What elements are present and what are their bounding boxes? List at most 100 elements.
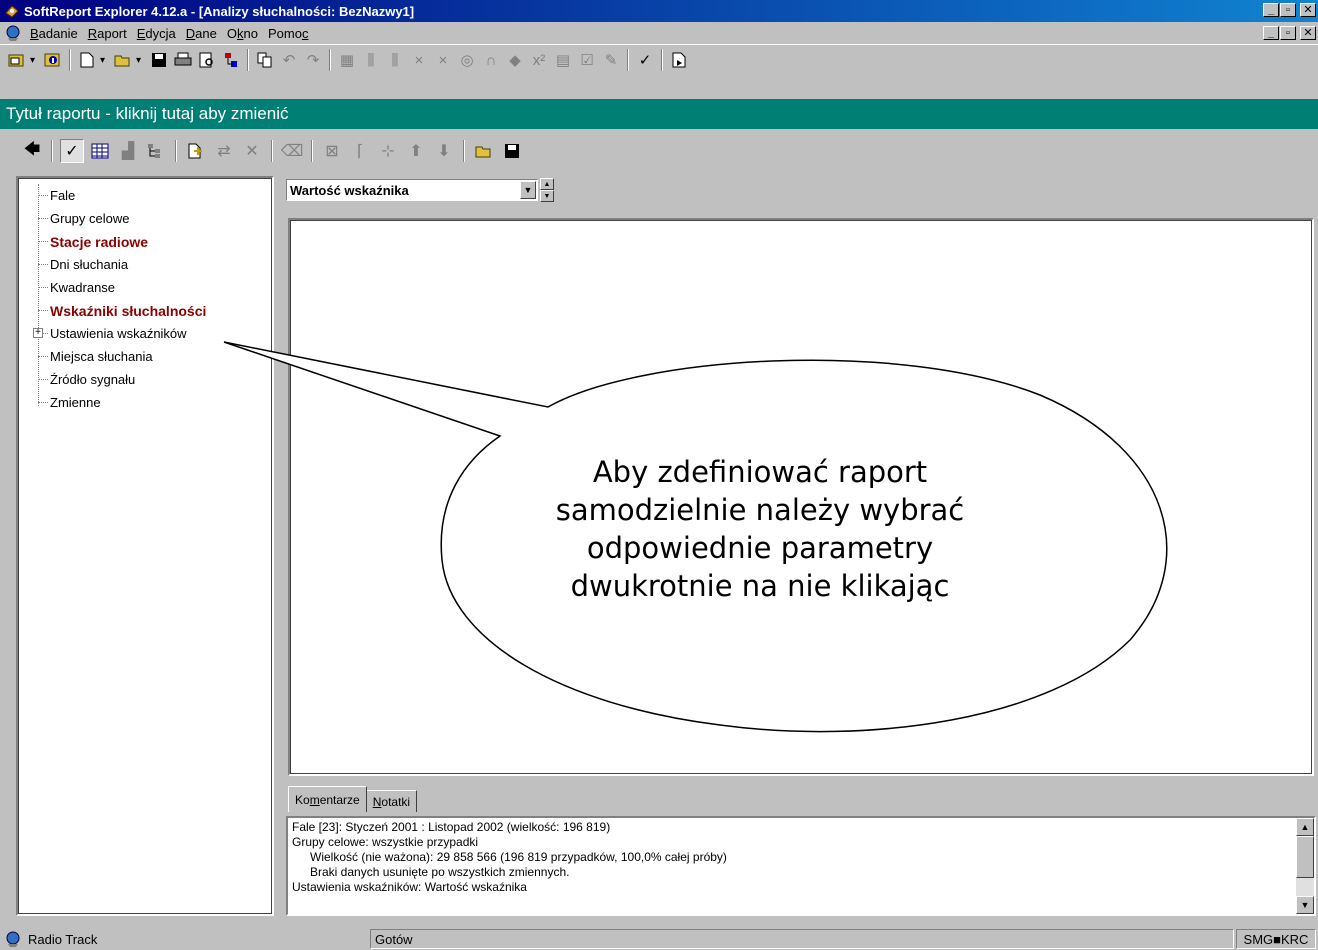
open-folder-icon[interactable] <box>112 49 134 71</box>
export-icon[interactable] <box>668 49 690 71</box>
indicator-select-value: Wartość wskaźnika <box>290 182 409 198</box>
main-toolbar: ▾ ▾ ▾ ↶ ↷ ▦ ⫼ ⫼ × × ◎ ∩ ◆ x² ▤ ☑ ✎ ✓ <box>0 44 1318 100</box>
dropdown-arrow-icon[interactable]: ▾ <box>30 55 40 66</box>
back-arrow-icon[interactable]: 🡄 <box>20 139 44 163</box>
tab-comments[interactable]: Ko m entarze <box>288 786 367 812</box>
delete-icon: ✕ <box>245 143 259 160</box>
status-message: Gotów <box>370 929 1234 949</box>
tree-item[interactable]: Zmienne <box>18 391 272 414</box>
add-item-icon[interactable] <box>184 139 208 163</box>
tree-view-icon[interactable] <box>144 139 168 163</box>
close-button[interactable]: ✕ <box>1300 3 1316 17</box>
tree-item-label: Fale <box>50 188 76 203</box>
expand-plus-icon[interactable]: + <box>33 328 43 338</box>
menu-item[interactable]: Okno <box>223 26 264 41</box>
redo-icon: ↷ <box>306 52 320 69</box>
mdi-close-button[interactable]: ✕ <box>1300 26 1316 40</box>
tree-item-label: Wskaźniki słuchalności <box>50 302 207 319</box>
tree-item[interactable]: Miejsca słuchania <box>18 345 272 368</box>
callout-line: dwukrotnie na nie klikając <box>570 569 950 603</box>
comments-scrollbar[interactable]: ▲ ▼ <box>1296 818 1314 914</box>
print-icon[interactable] <box>172 49 194 71</box>
scroll-up-icon[interactable]: ▲ <box>1296 818 1314 836</box>
report-title-bar[interactable]: Tytuł raportu - kliknij tutaj aby zmieni… <box>0 99 1318 129</box>
tree-item[interactable]: Źródło sygnału <box>18 368 272 391</box>
indicator-spinner[interactable]: ▲ ▼ <box>540 178 554 202</box>
menu-item[interactable]: Pomoc <box>264 26 314 41</box>
status-bar: Radio Track Gotów SMG■KRC <box>0 928 1318 950</box>
tree-item[interactable]: Grupy celowe <box>18 207 272 230</box>
callout-line: Aby zdefiniować raport <box>592 455 928 489</box>
parameter-tree: Fale Grupy celowe Stacje radiowe Dni słucha… <box>16 176 274 916</box>
restore-button[interactable]: ▫ <box>1280 3 1296 17</box>
scroll-thumb[interactable] <box>1296 836 1314 878</box>
tree-item-label: Ustawienia wskaźników <box>50 326 187 341</box>
copy-icon[interactable] <box>254 49 276 71</box>
filter-icon[interactable] <box>220 49 242 71</box>
report-toolbar: 🡄 ✓ ▟ ⇄ ✕ ⌫ ⊠ ⌈ ⊹ ⬆ ⬇ <box>0 132 1318 170</box>
formula-icon: x² <box>532 51 546 69</box>
menu-item[interactable]: Raport <box>84 26 133 41</box>
menu-item[interactable]: Dane <box>182 26 223 41</box>
table-settings-icon: ▤ <box>555 52 571 69</box>
comment-line: Wielkość (nie ważona): 29 858 566 (196 8… <box>310 850 727 864</box>
open-report-icon[interactable] <box>472 139 496 163</box>
status-code-text: SMG■KRC <box>1243 931 1309 947</box>
dropdown-arrow-icon[interactable]: ▾ <box>100 55 110 66</box>
radio-track-icon <box>6 931 20 947</box>
print-preview-icon[interactable] <box>196 49 218 71</box>
tree-item-label: Dni słuchania <box>50 257 129 272</box>
checkbox-icon: ☑ <box>580 52 594 69</box>
columns-icon: ⫼ <box>367 51 375 69</box>
menu-item[interactable]: Badanie <box>26 26 84 41</box>
save-icon[interactable] <box>148 49 170 71</box>
comments-text-area[interactable]: Fale [23]: Styczeń 2001 : Listopad 2002 … <box>286 816 1316 916</box>
tree-item-label: Kwadranse <box>50 280 116 295</box>
comment-line: Grupy celowe: wszystkie przypadki <box>292 835 479 849</box>
tree-item-label: Zmienne <box>50 395 101 410</box>
chevron-down-icon[interactable]: ▼ <box>520 181 536 199</box>
tree-item[interactable]: Wskaźniki słuchalności <box>18 299 272 322</box>
edit-icon: ✎ <box>604 52 618 69</box>
tree-item[interactable]: + Ustawienia wskaźników <box>18 322 272 345</box>
document-window-icon[interactable] <box>4 24 22 42</box>
callout-line: samodzielnie należy wybrać <box>555 493 965 527</box>
comment-line: Fale [23]: Styczeń 2001 : Listopad 2002 … <box>292 820 611 834</box>
tab-notes[interactable]: Notatki <box>365 790 418 812</box>
window-titlebar[interactable]: SoftReport Explorer 4.12.a - [Analizy sł… <box>0 0 1318 22</box>
minimize-button[interactable]: _ <box>1263 3 1279 17</box>
remove-all-icon: × <box>438 51 448 69</box>
tree-item[interactable]: Dni słuchania <box>18 253 272 276</box>
menu-bar: Badanie Raport Edycja Dane Okno Pomoc _ ▫ ✕ <box>0 22 1318 44</box>
spin-up-icon[interactable]: ▲ <box>540 178 554 190</box>
menu-item[interactable]: Edycja <box>133 26 182 41</box>
table-view-icon[interactable] <box>88 139 112 163</box>
callout-line: odpowiednie parametry <box>586 531 934 565</box>
dropdown-arrow-icon[interactable]: ▾ <box>136 55 146 66</box>
tree-item[interactable]: Fale <box>18 184 272 207</box>
undo-icon: ↶ <box>282 52 296 69</box>
indicator-select[interactable]: Wartość wskaźnika ▼ <box>286 179 538 201</box>
check-icon[interactable]: ✓ <box>634 49 656 71</box>
scroll-down-icon[interactable]: ▼ <box>1296 896 1314 914</box>
mdi-restore-button[interactable]: ▫ <box>1280 26 1296 40</box>
info-icon[interactable] <box>42 49 64 71</box>
tree-item[interactable]: Kwadranse <box>18 276 272 299</box>
tree-item[interactable]: Stacje radiowe <box>18 230 272 253</box>
open-study-icon[interactable] <box>6 49 28 71</box>
spin-down-icon[interactable]: ▼ <box>540 190 554 202</box>
new-document-icon[interactable] <box>76 49 98 71</box>
tree-item-label: Miejsca słuchania <box>50 349 153 364</box>
swap-icon: ⇄ <box>217 143 231 160</box>
mdi-minimize-button[interactable]: _ <box>1263 26 1279 40</box>
checkmark-toggle-icon[interactable]: ✓ <box>60 139 84 163</box>
move-up-icon: ⬆ <box>409 143 423 160</box>
calculator-icon: ▦ <box>339 52 355 69</box>
comment-line: Braki danych usunięte po wszystkich zmie… <box>310 865 570 879</box>
headphones-icon: ∩ <box>485 51 497 69</box>
tab-bar: Ko m entarze Notatki <box>288 786 418 812</box>
status-state: Gotów <box>375 931 413 947</box>
callout-text: Aby zdefiniować raport samodzielnie należ… <box>520 453 1000 605</box>
save-report-icon[interactable] <box>500 139 524 163</box>
chart-icon: ◆ <box>509 52 521 69</box>
